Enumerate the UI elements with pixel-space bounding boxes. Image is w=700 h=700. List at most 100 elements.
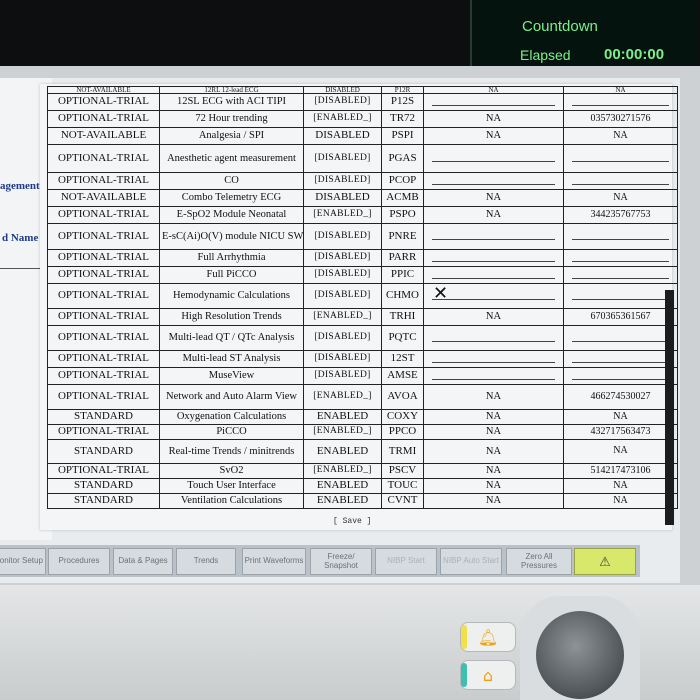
trial-cell: NA [423,308,564,326]
table-scrollbar[interactable] [665,290,674,525]
zero-all-pressures-key[interactable]: Zero All Pressures [506,548,572,575]
trends-key[interactable]: Trends [176,548,236,575]
trial-entry-field[interactable] [423,223,564,250]
procedures-key[interactable]: Procedures [48,548,110,575]
trial-entry-field[interactable] [423,144,564,173]
code-cell: PSPI [381,127,424,145]
trial-entry-field[interactable] [423,266,564,284]
entry-underline [572,272,669,279]
trim-knob[interactable] [536,611,624,699]
home-icon: ⌂ [482,665,494,685]
data-pages-key[interactable]: Data & Pages [113,548,173,575]
trial-cell: NA [423,409,564,425]
alarm-bell-icon: ⚠ [599,553,611,569]
table-row: OPTIONAL-TRIAL E-SpO2 Module Neonatal [ENA… [47,206,678,224]
code-cell: PPIC [381,266,424,284]
hw-home-button[interactable]: ⌂ [460,660,516,690]
table-row: OPTIONAL-TRIAL PiCCO [ENABLED_] PPCO NA 43271… [47,424,678,440]
function-cell: PiCCO [159,424,304,440]
serial-cell: NA [563,189,678,207]
serial-cell: 035730271576 [563,110,678,128]
serial-entry-field[interactable] [563,144,678,173]
side-divider [0,268,44,269]
truncated-cell: NOT-AVAILABLE [47,86,160,94]
status-cell: OPTIONAL-TRIAL [47,93,160,111]
serial-entry-field[interactable] [563,249,678,267]
serial-entry-field[interactable] [563,367,678,385]
print-waveforms-key[interactable]: Print Waveforms [242,548,306,575]
table-row: OPTIONAL-TRIAL Full Arrhythmia [DISABLED] P… [47,249,678,267]
code-cell: PARR [381,249,424,267]
soft-key-label: Data & Pages [118,556,168,566]
function-cell: E-sC(Ai)O(V) module NICU SW [159,223,304,250]
status-cell: OPTIONAL-TRIAL [47,384,160,410]
hw-alarm-silence-button[interactable]: 🔔︎ [460,622,516,652]
trial-entry-field[interactable] [423,325,564,351]
table-row: NOT-AVAILABLE Combo Telemetry ECG DISABLED… [47,189,678,207]
trial-cell: NA [423,384,564,410]
status-cell: OPTIONAL-TRIAL [47,266,160,284]
trial-entry-field[interactable] [423,93,564,111]
serial-entry-field[interactable] [563,350,678,368]
serial-entry-field[interactable] [563,172,678,190]
serial-cell: NA [563,478,678,494]
save-button[interactable]: [ Save ] [333,517,371,526]
trial-entry-field[interactable] [423,350,564,368]
nibp-start-key[interactable]: NIBP Start [375,548,437,575]
entry-underline [572,335,669,342]
soft-key-label: NIBP Start [387,556,425,566]
trial-cell: NA [423,493,564,509]
state-cell: [ENABLED_] [303,384,382,410]
status-cell: OPTIONAL-TRIAL [47,350,160,368]
trial-cell: NA [423,424,564,440]
hw-teal-accent [461,663,467,687]
status-cell: OPTIONAL-TRIAL [47,249,160,267]
status-cell: OPTIONAL-TRIAL [47,283,160,309]
trial-entry-field[interactable] [423,172,564,190]
trial-entry-field[interactable] [423,367,564,385]
trial-cell: NA [423,463,564,479]
code-cell: TRHI [381,308,424,326]
trial-cell: NA [423,127,564,145]
entry-underline [572,373,669,380]
status-cell: STANDARD [47,409,160,425]
state-cell: [DISABLED] [303,223,382,250]
table-row: OPTIONAL-TRIAL Multi-lead ST Analysis [DIS… [47,350,678,368]
function-cell: 72 Hour trending [159,110,304,128]
state-cell: [DISABLED] [303,172,382,190]
code-cell: TR72 [381,110,424,128]
state-cell: ENABLED [303,478,382,494]
soft-key-label: Procedures [58,556,100,566]
table-row: OPTIONAL-TRIAL Full PiCCO [DISABLED] PPIC [47,266,678,284]
table-row: OPTIONAL-TRIAL MuseView [DISABLED] AMSE [47,367,678,385]
code-cell: ACMB [381,189,424,207]
serial-entry-field[interactable] [563,266,678,284]
trial-entry-field[interactable] [423,249,564,267]
serial-cell: 466274530027 [563,384,678,410]
status-cell: STANDARD [47,439,160,464]
trial-cell: NA [423,110,564,128]
state-cell: [DISABLED] [303,266,382,284]
entry-underline [432,178,555,185]
entry-underline [432,255,555,262]
serial-cell: NA [563,409,678,425]
monitor-top-strip [0,0,700,72]
state-cell: [DISABLED] [303,144,382,173]
serial-cell: 514217473106 [563,463,678,479]
status-cell: OPTIONAL-TRIAL [47,424,160,440]
freeze-snapshot-key[interactable]: Freeze/ Snapshot [310,548,372,575]
serial-cell: NA [563,439,678,464]
state-cell: [DISABLED] [303,325,382,351]
serial-entry-field[interactable] [563,283,678,309]
serial-entry-field[interactable] [563,223,678,250]
function-cell: Full Arrhythmia [159,249,304,267]
serial-entry-field[interactable] [563,325,678,351]
hw-yellow-accent [461,625,467,649]
nibp-auto-start-key[interactable]: NIBP Auto Start [440,548,502,575]
table-row: STANDARD Oxygenation Calculations ENABLED C… [47,409,678,425]
monitor-setup-key[interactable]: Monitor Setup [0,548,46,575]
serial-entry-field[interactable] [563,93,678,111]
function-cell: Anesthetic agent measurement [159,144,304,173]
alarm-key[interactable]: ⚠ [574,548,636,575]
function-cell: Combo Telemetry ECG [159,189,304,207]
